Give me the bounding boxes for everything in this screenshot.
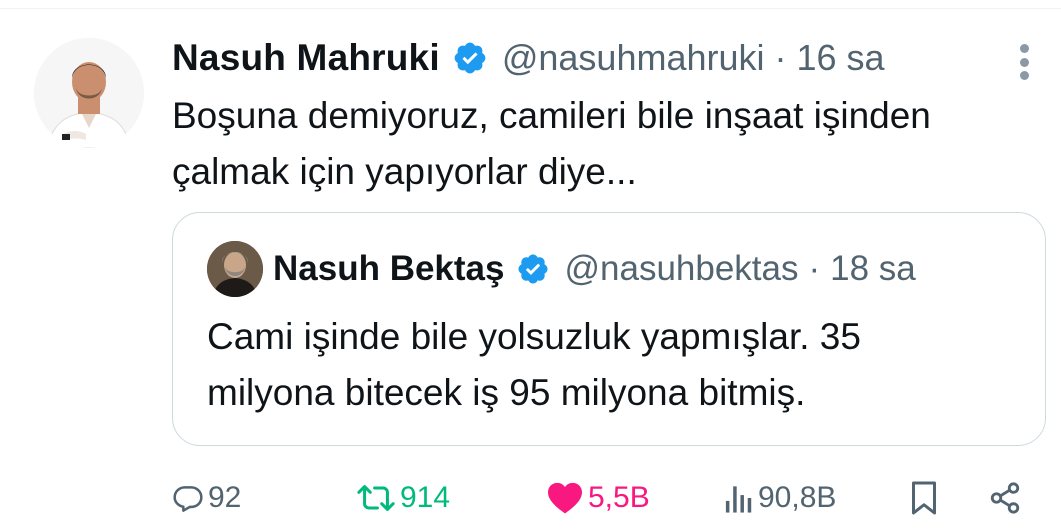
- quoted-author-handle: @nasuhbektas: [564, 249, 799, 288]
- views-button[interactable]: 90,8B: [724, 472, 836, 524]
- retweet-button[interactable]: 914: [356, 472, 450, 524]
- quoted-author-avatar[interactable]: [207, 241, 263, 297]
- author-handle[interactable]: @nasuhmahruki: [502, 37, 765, 79]
- tweet-timestamp[interactable]: 16 sa: [797, 37, 885, 79]
- tweet-header: Nasuh Mahruki @nasuhmahruki · 16 sa: [172, 34, 885, 82]
- share-button[interactable]: [988, 472, 1026, 524]
- retweet-icon: [357, 485, 395, 511]
- tweet-text-line: çalmak için yapıyorlar diye...: [172, 151, 637, 192]
- quoted-text-line: Cami işinde bile yolsuzluk yapmışlar. 35: [207, 316, 861, 357]
- quoted-author-avatar-image: [207, 241, 263, 297]
- quoted-header: Nasuh Bektaş @nasuhbektas · 18 sa: [273, 245, 916, 293]
- reply-icon: [173, 486, 203, 512]
- verified-badge-icon: [454, 42, 486, 74]
- tweet-text-line: Boşuna demiyoruz, camileri bile inşaat i…: [172, 95, 931, 136]
- author-avatar[interactable]: [34, 38, 144, 148]
- like-count: 5,5B: [588, 481, 650, 514]
- top-divider: [0, 8, 1061, 9]
- quoted-timestamp: 18 sa: [830, 249, 916, 288]
- verified-badge-icon: [518, 254, 549, 284]
- view-count: 90,8B: [758, 481, 837, 514]
- bookmark-button[interactable]: [908, 472, 944, 524]
- quoted-author-name[interactable]: Nasuh Bektaş: [273, 249, 504, 289]
- bookmark-icon: [912, 481, 936, 515]
- quoted-tweet-text: Cami işinde bile yolsuzluk yapmışlar. 35…: [207, 309, 1027, 421]
- separator-dot: ·: [808, 249, 821, 288]
- tweet-actions-bar: 92 914 5,5B 90,8B: [172, 472, 1052, 524]
- reply-button[interactable]: 92: [172, 472, 241, 524]
- views-icon: [725, 486, 752, 513]
- share-icon: [990, 482, 1020, 514]
- like-button[interactable]: 5,5B: [546, 472, 650, 524]
- separator-dot: ·: [774, 37, 787, 78]
- heart-icon: [548, 482, 582, 514]
- author-avatar-image: [34, 38, 144, 148]
- quoted-text-line: milyona bitecek iş 95 milyona bitmiş.: [207, 372, 806, 413]
- tweet-text: Boşuna demiyoruz, camileri bile inşaat i…: [172, 88, 1052, 200]
- reply-count: 92: [208, 481, 242, 514]
- retweet-count: 914: [400, 481, 451, 514]
- more-options-icon[interactable]: [1010, 40, 1038, 84]
- author-name[interactable]: Nasuh Mahruki: [172, 37, 440, 79]
- quoted-tweet-card[interactable]: Nasuh Bektaş @nasuhbektas · 18 sa Cami i…: [172, 212, 1046, 446]
